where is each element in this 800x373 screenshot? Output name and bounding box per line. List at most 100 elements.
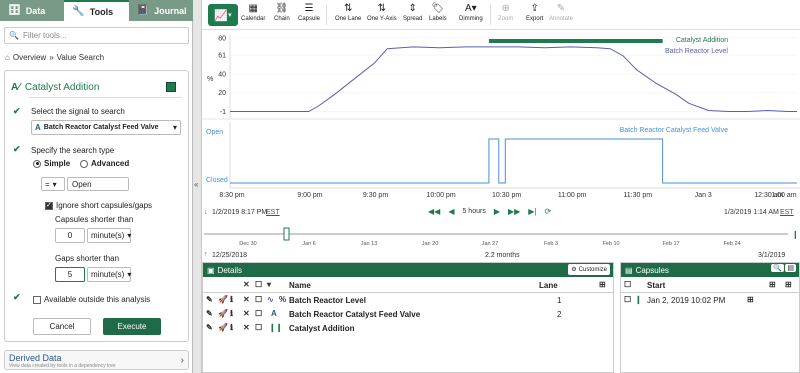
add-column-icon[interactable]: ⊞ (769, 280, 776, 289)
rocket-icon[interactable]: 🚀 (218, 295, 228, 304)
step-forward-icon[interactable]: ▶ (494, 207, 500, 216)
breadcrumb-overview[interactable]: Overview (13, 53, 46, 62)
radio-simple[interactable]: Simple (33, 159, 70, 168)
search-icon[interactable]: 🔍 (771, 264, 784, 272)
spread-button[interactable]: ⇕ Spread (403, 3, 422, 22)
derived-data-title: Derived Data (9, 353, 62, 363)
table-row[interactable]: ✎ 🚀 ℹ ✕ ☐ A Batch Reactor Catalyst Feed … (203, 307, 613, 321)
dimming-button[interactable]: A▾ Dimming (459, 3, 483, 22)
step-complete-icon: ✔ (13, 144, 21, 154)
edit-icon[interactable]: ✎ (206, 295, 213, 304)
info-icon[interactable]: ℹ (230, 295, 233, 304)
capsules-shorter-input[interactable]: 0 (55, 228, 85, 243)
column-options-icon[interactable]: ⊞ (785, 280, 792, 289)
capsule-icon: ☰ (304, 3, 314, 14)
end-timezone[interactable]: EST (780, 209, 794, 216)
annotate-button[interactable]: ✎ Annotate (549, 3, 573, 22)
chain-button[interactable]: ⛓ Chain (274, 3, 290, 22)
duration-display[interactable]: 5 hours (462, 208, 485, 215)
remove-icon[interactable]: ✕ (243, 295, 250, 304)
overview-end[interactable]: 3/1/2019 (758, 252, 785, 259)
row-checkbox[interactable]: ☐ (624, 295, 631, 304)
capsules-pane: ▤ Capsules 🔍 ▤ ☐ Start ⊞ ⊞ ☐ ❙ Jan 2, 20… (620, 262, 800, 373)
signal-select[interactable]: A Batch Reactor Catalyst Feed Valve ▾ (31, 120, 181, 135)
select-all-checkbox[interactable]: ☐ (624, 280, 631, 289)
tab-journal[interactable]: 📓 Journal (129, 0, 193, 21)
export-button[interactable]: ⇪ Export (526, 3, 543, 22)
outside-analysis-checkbox[interactable]: Available outside this analysis (33, 295, 150, 304)
column-options-icon[interactable]: ⊞ (599, 280, 606, 289)
column-start[interactable]: Start (647, 281, 665, 290)
table-row[interactable]: ✎ 🚀 ℹ ✕ ☐ ∿ % Batch Reactor Level 1 (203, 293, 613, 307)
range-handle[interactable] (283, 227, 290, 241)
series-catalyst-feed-valve[interactable] (230, 138, 797, 184)
capsule-options-icon[interactable]: ⊞ (747, 295, 754, 304)
step-forward-far-icon[interactable]: ▶▶ (508, 207, 520, 216)
capsules-icon: ▤ (625, 265, 633, 275)
customize-button[interactable]: ⚙ Customize (568, 264, 610, 275)
view-mode-button[interactable]: 📈 ▾ (208, 4, 238, 26)
capsule-start: Jan 2, 2019 10:02 PM (647, 296, 726, 305)
row-checkbox[interactable]: ☐ (255, 309, 262, 318)
start-timezone[interactable]: EST (266, 209, 280, 216)
operator-select[interactable]: = ▾ (41, 177, 65, 191)
tool-name-input[interactable]: Catalyst Addition (25, 82, 100, 93)
tab-data[interactable]: 🗄 Data (0, 0, 64, 21)
series-batch-reactor-level[interactable] (230, 46, 797, 112)
rocket-icon[interactable]: 🚀 (218, 309, 228, 318)
info-icon[interactable]: ℹ (230, 323, 233, 332)
capsule-button[interactable]: ☰ Capsule (298, 3, 320, 22)
column-name[interactable]: Name (289, 281, 311, 290)
remove-icon[interactable]: ✕ (243, 309, 250, 318)
derived-data-panel[interactable]: Derived Data View data created by tools … (4, 350, 189, 370)
table-row[interactable]: ✎ 🚀 ℹ ✕ ☐ ❙❙ Catalyst Addition (203, 321, 613, 335)
row-checkbox[interactable]: ☐ (255, 295, 262, 304)
edit-icon[interactable]: ✎ (206, 309, 213, 318)
radio-advanced[interactable]: Advanced (80, 159, 129, 168)
panel-splitter[interactable]: « (193, 0, 202, 373)
end-time[interactable]: 1/3/2019 1:14 AM (724, 209, 779, 216)
capsule-bar[interactable] (488, 39, 663, 43)
gaps-unit-select[interactable]: minute(s) ▾ (87, 267, 131, 282)
edit-icon[interactable]: ✎ (206, 323, 213, 332)
execute-button[interactable]: Execute (103, 318, 161, 335)
string-signal-icon: A (35, 123, 41, 132)
details-icon: ▣ (207, 265, 215, 275)
zoom-button[interactable]: ⊕ Zoom (498, 3, 513, 22)
tab-tools[interactable]: 🔧 Tools (64, 0, 129, 21)
filter-tools-input[interactable]: 🔍 Filter tools... (4, 27, 189, 44)
labels-button[interactable]: 🏷 Labels (429, 3, 447, 22)
gaps-shorter-input[interactable]: 5 (55, 267, 85, 282)
step-back-icon[interactable]: ◀ (448, 207, 454, 216)
column-lane[interactable]: Lane (539, 281, 558, 290)
capsule-overview-icon[interactable]: ❙❙ (792, 230, 800, 239)
row-checkbox[interactable]: ☐ (255, 323, 262, 332)
sort-icon[interactable]: ▾ (267, 280, 271, 289)
capsules-title: Capsules (635, 265, 669, 275)
step-back-far-icon[interactable]: ◀◀ (428, 207, 440, 216)
select-all-checkbox[interactable]: ☐ (255, 280, 262, 289)
rocket-icon[interactable]: 🚀 (218, 323, 228, 332)
calendar-button[interactable]: ▦ Calendar (241, 3, 265, 22)
ignore-short-checkbox[interactable]: Ignore short capsules/gaps (45, 201, 152, 210)
refresh-icon[interactable]: ⟳ (545, 207, 552, 216)
one-lane-button[interactable]: ⇅ One Lane (335, 3, 361, 22)
value-input[interactable]: Open (67, 177, 129, 191)
color-picker[interactable] (166, 82, 176, 92)
condition-icon: ❙❙ (269, 323, 283, 332)
info-icon[interactable]: ℹ (230, 309, 233, 318)
start-time[interactable]: 1/2/2019 8:17 PM (212, 209, 267, 216)
one-y-axis-button[interactable]: ⇅ One Y-Axis (367, 3, 397, 22)
remove-all-icon[interactable]: ✕ (243, 280, 250, 289)
capsules-header-row: ☐ Start ⊞ ⊞ (621, 277, 799, 293)
cancel-button[interactable]: Cancel (33, 318, 91, 335)
table-options-icon[interactable]: ▤ (785, 264, 796, 272)
remove-icon[interactable]: ✕ (243, 323, 250, 332)
skip-to-end-icon[interactable]: ▶| (528, 207, 536, 216)
capsules-unit-select[interactable]: minute(s) ▾ (87, 228, 131, 243)
overview-start[interactable]: 12/25/2018 (212, 252, 247, 259)
one-y-axis-icon: ⇅ (377, 3, 387, 14)
trend-chart[interactable]: -1 20 40 61 80 % Catalyst Addition Batch Rea… (202, 30, 800, 200)
collapse-arrow-icon[interactable]: « (194, 180, 198, 189)
capsule-row[interactable]: ☐ ❙ Jan 2, 2019 10:02 PM ⊞ (621, 293, 799, 307)
